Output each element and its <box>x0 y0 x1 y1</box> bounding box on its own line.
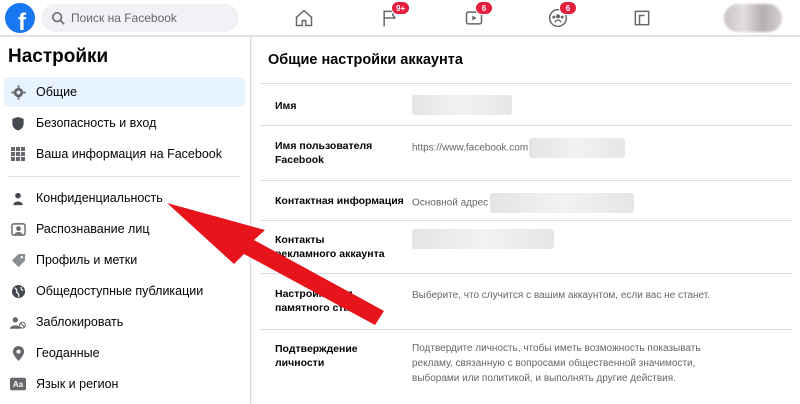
notification-badge: 6 <box>559 1 577 15</box>
row-value-contact[interactable]: Основной адрес <box>412 193 635 213</box>
gaming-icon <box>634 10 650 26</box>
blurred-name <box>412 95 512 115</box>
sidebar-divider <box>8 176 240 177</box>
row-label-ad-contacts: Контакты рекламного аккаунта <box>275 234 385 260</box>
top-navigation-bar: f 9+ 6 6 <box>0 0 800 36</box>
general-settings-panel: Общие настройки аккаунта Имя Имя пользов… <box>252 37 800 404</box>
sidebar-item-label: Ваша информация на Facebook <box>36 147 222 161</box>
sidebar-item-blocking[interactable]: Заблокировать <box>4 307 245 337</box>
row-label-username: Имя пользователя Facebook <box>275 140 373 166</box>
logo-letter: f <box>18 9 26 33</box>
row-value-username[interactable]: https://www.facebook.com <box>412 138 626 158</box>
sidebar-item-public-posts[interactable]: Общедоступные публикации <box>4 276 245 306</box>
sidebar-item-language[interactable]: Aa Язык и регион <box>4 369 245 399</box>
row-label-identity: Подтверждение личности <box>275 343 358 369</box>
search-box[interactable] <box>41 4 239 32</box>
shield-icon <box>10 115 26 131</box>
row-value-name[interactable] <box>412 95 512 115</box>
sidebar-title: Настройки <box>8 46 109 67</box>
lock-person-icon <box>10 190 26 206</box>
face-icon <box>10 221 26 237</box>
sidebar-item-label: Общедоступные публикации <box>36 284 204 298</box>
notification-badge: 6 <box>475 1 493 15</box>
row-divider <box>260 329 792 330</box>
sidebar-item-profile-tags[interactable]: Профиль и метки <box>4 245 245 275</box>
tag-icon <box>10 252 26 268</box>
row-value-memorial[interactable]: Выберите, что случится с вашим аккаунтом… <box>412 288 710 303</box>
block-user-icon <box>10 314 26 330</box>
language-icon: Aa <box>10 376 26 392</box>
sidebar-item-label: Профиль и метки <box>36 253 138 267</box>
row-value-ad-contacts[interactable] <box>412 229 554 249</box>
globe-icon <box>10 283 26 299</box>
nav-gaming[interactable] <box>630 6 654 30</box>
nav-watch[interactable]: 6 <box>462 1 493 30</box>
svg-text:Aa: Aa <box>13 380 24 389</box>
account-avatar-blurred[interactable] <box>724 4 782 32</box>
row-divider <box>260 125 792 126</box>
nav-groups[interactable]: 6 <box>546 1 577 30</box>
sidebar-item-label: Общие <box>36 85 78 99</box>
row-label-name: Имя <box>275 100 297 112</box>
settings-sidebar: Настройки Общие Безопасность и вход Ваша… <box>0 37 251 404</box>
nav-pages[interactable]: 9+ <box>378 1 411 30</box>
sidebar-item-label: Язык и регион <box>36 377 119 391</box>
row-divider <box>260 180 792 181</box>
sidebar-item-label: Распознавание лиц <box>36 222 150 236</box>
search-icon <box>51 11 65 25</box>
facebook-logo[interactable]: f <box>5 3 35 33</box>
sidebar-item-security[interactable]: Безопасность и вход <box>4 108 245 138</box>
gear-icon <box>10 84 26 100</box>
sidebar-item-label: Конфиденциальность <box>36 191 163 205</box>
sidebar-item-your-info[interactable]: Ваша информация на Facebook <box>4 139 245 169</box>
username-url: https://www.facebook.com <box>412 142 529 154</box>
nav-home[interactable] <box>292 6 316 30</box>
location-icon <box>10 345 26 361</box>
sidebar-item-location[interactable]: Геоданные <box>4 338 245 368</box>
sidebar-item-label: Заблокировать <box>36 315 124 329</box>
notification-badge: 9+ <box>391 1 411 15</box>
sidebar-item-general[interactable]: Общие <box>4 77 245 107</box>
contact-primary-address: Основной адрес <box>412 197 489 209</box>
sidebar-item-label: Геоданные <box>36 346 100 360</box>
sidebar-item-label: Безопасность и вход <box>36 116 157 130</box>
page-title: Общие настройки аккаунта <box>268 52 463 68</box>
row-divider <box>260 83 792 84</box>
blurred-username <box>529 138 626 158</box>
row-label-contact: Контактная информация <box>275 195 404 207</box>
row-divider <box>260 220 792 221</box>
row-value-identity[interactable]: Подтвердите личность, чтобы иметь возмож… <box>412 341 702 386</box>
blurred-ad-contacts <box>412 229 554 249</box>
home-icon <box>295 9 313 27</box>
search-input[interactable] <box>71 11 231 25</box>
info-grid-icon <box>10 146 26 162</box>
row-label-memorial: Настройки для памятного статуса <box>275 288 373 314</box>
sidebar-item-face-recognition[interactable]: Распознавание лиц <box>4 214 245 244</box>
sidebar-item-privacy[interactable]: Конфиденциальность <box>4 183 245 213</box>
blurred-contact <box>490 193 635 213</box>
row-divider <box>260 273 792 274</box>
